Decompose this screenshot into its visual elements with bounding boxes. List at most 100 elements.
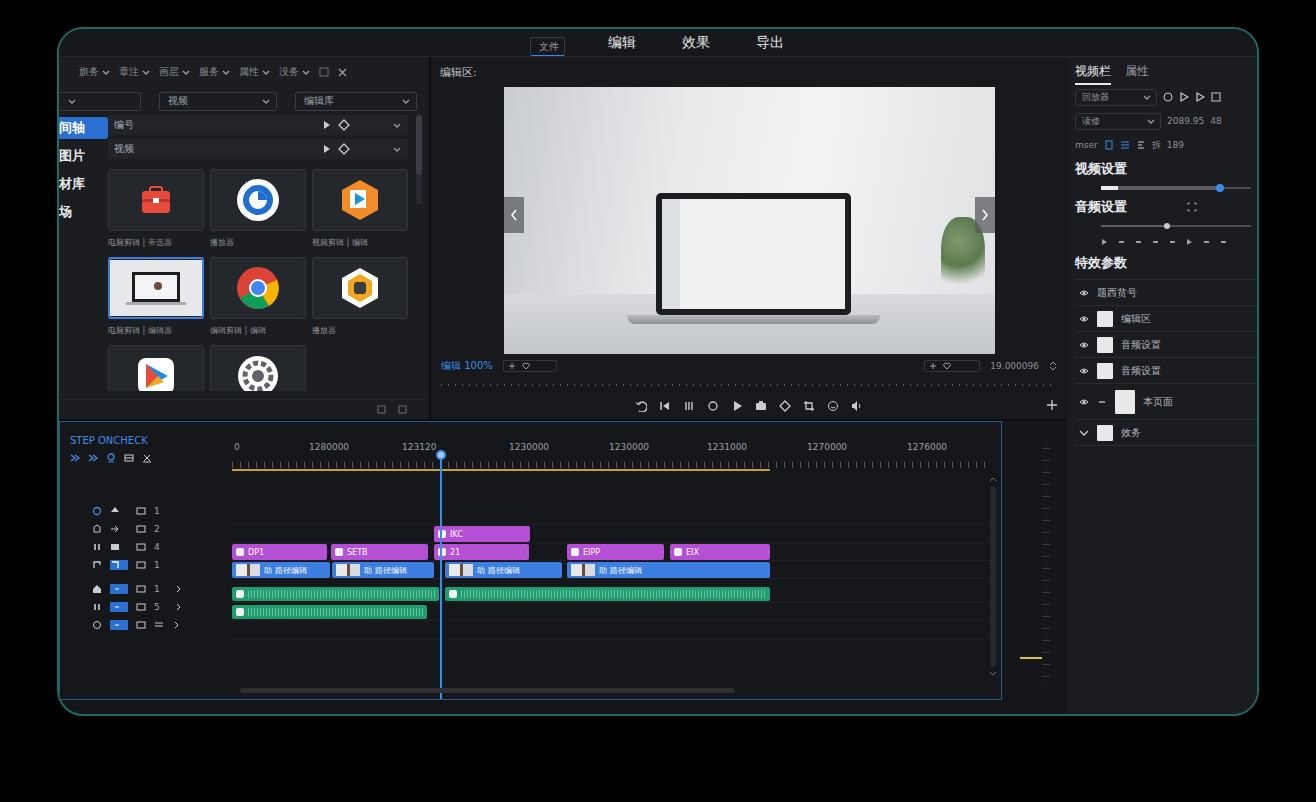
lock-icon[interactable] bbox=[136, 584, 146, 594]
file-icon[interactable] bbox=[1104, 140, 1114, 150]
marker-icon[interactable] bbox=[1152, 238, 1159, 246]
volume-icon[interactable] bbox=[851, 400, 863, 412]
lock-icon[interactable] bbox=[136, 506, 146, 516]
video-clip[interactable]: 助 路径编辑 bbox=[232, 562, 330, 578]
track-type-icon[interactable] bbox=[92, 560, 102, 570]
skip-back-icon[interactable] bbox=[659, 400, 671, 412]
effect-row[interactable]: 音频设置 bbox=[1075, 332, 1257, 358]
marker-icon[interactable] bbox=[779, 400, 791, 412]
category-row[interactable]: 视频 bbox=[108, 139, 408, 159]
nav-item[interactable]: 间轴 bbox=[59, 117, 108, 139]
eye-icon[interactable] bbox=[1079, 314, 1089, 324]
nav-item[interactable]: 图片 bbox=[59, 145, 108, 167]
effect-row[interactable]: 本页面 bbox=[1075, 384, 1257, 420]
effect-row[interactable]: 题西贫号 bbox=[1075, 280, 1257, 306]
title-clip[interactable]: EIPP bbox=[567, 544, 664, 560]
scroll-thumb[interactable] bbox=[416, 115, 422, 175]
chevron-icon[interactable] bbox=[174, 584, 184, 594]
filter-dropdown[interactable]: 没务 bbox=[279, 65, 311, 79]
audio-clip[interactable] bbox=[445, 587, 770, 601]
track-toggle-icon[interactable] bbox=[110, 560, 128, 570]
tile-frame[interactable] bbox=[210, 345, 306, 391]
track-toggle-icon[interactable] bbox=[110, 584, 128, 594]
track-type-icon[interactable] bbox=[92, 584, 102, 594]
eye-icon[interactable] bbox=[1079, 366, 1089, 376]
select-box[interactable]: 视频 bbox=[159, 92, 277, 111]
record-icon[interactable] bbox=[707, 400, 719, 412]
lock-icon[interactable] bbox=[136, 620, 146, 630]
video-clip[interactable]: 助 路径编辑 bbox=[567, 562, 770, 578]
effect-row[interactable]: 编辑区 bbox=[1075, 306, 1257, 332]
lock-icon[interactable] bbox=[136, 560, 146, 570]
lock-icon[interactable] bbox=[136, 542, 146, 552]
menu-item[interactable]: 导出 bbox=[753, 33, 787, 56]
track-toggle-icon[interactable] bbox=[110, 506, 128, 516]
menu-icon[interactable] bbox=[319, 67, 329, 77]
loop-icon[interactable] bbox=[1169, 238, 1176, 246]
next-button[interactable] bbox=[975, 197, 995, 233]
collapse-icon[interactable] bbox=[1097, 397, 1107, 407]
track-type-icon[interactable] bbox=[92, 506, 102, 516]
vertical-scrollbar[interactable] bbox=[989, 476, 997, 677]
title-clip[interactable]: IKC bbox=[434, 526, 530, 542]
tile-frame[interactable] bbox=[108, 345, 204, 391]
camera-icon[interactable] bbox=[755, 400, 767, 412]
source-select[interactable] bbox=[59, 92, 141, 111]
forward-icon[interactable] bbox=[88, 453, 98, 463]
clock-icon[interactable] bbox=[1163, 92, 1173, 102]
media-tile[interactable]: 播放器 bbox=[312, 257, 408, 343]
effect-row[interactable]: 效务 bbox=[1075, 420, 1257, 446]
playhead[interactable] bbox=[440, 454, 442, 699]
video-clip[interactable]: 助 路径编辑 bbox=[445, 562, 562, 578]
scrubber[interactable] bbox=[441, 377, 1057, 393]
play-icon[interactable] bbox=[731, 400, 743, 412]
stop-icon[interactable] bbox=[1203, 238, 1210, 246]
media-tile[interactable] bbox=[210, 345, 306, 391]
menu-item[interactable]: 文件 bbox=[530, 37, 565, 56]
slider-thumb[interactable] bbox=[1164, 223, 1170, 229]
track-toggle-icon[interactable] bbox=[110, 542, 128, 552]
filter-dropdown[interactable]: 属性 bbox=[239, 65, 271, 79]
slider-thumb[interactable] bbox=[1216, 184, 1224, 192]
eye-icon[interactable] bbox=[1079, 288, 1089, 298]
audio-clip[interactable] bbox=[232, 605, 427, 619]
title-clip[interactable]: 21 bbox=[434, 544, 529, 560]
media-tile[interactable]: 电脑剪辑 | 编辑器 bbox=[108, 257, 204, 343]
menu-item[interactable]: 效果 bbox=[679, 33, 713, 56]
tile-frame[interactable] bbox=[312, 169, 408, 231]
zoom-control[interactable] bbox=[503, 360, 557, 372]
stop-icon[interactable] bbox=[1135, 238, 1142, 246]
filter-dropdown[interactable]: 旗务 bbox=[79, 65, 111, 79]
media-tile[interactable]: 播放器 bbox=[210, 169, 306, 255]
track-toggle-icon[interactable] bbox=[110, 524, 128, 534]
play-icon[interactable] bbox=[1179, 92, 1189, 102]
expand-icon[interactable] bbox=[1187, 202, 1197, 212]
horizontal-scrollbar[interactable] bbox=[240, 688, 735, 693]
inspector-tab[interactable]: 属性 bbox=[1125, 63, 1149, 85]
chevron-icon[interactable] bbox=[174, 602, 184, 612]
tile-frame[interactable] bbox=[312, 257, 408, 319]
play-icon[interactable] bbox=[1186, 238, 1193, 246]
media-tile[interactable]: 电脑剪辑 | 帝选器 bbox=[108, 169, 204, 255]
forward-icon[interactable] bbox=[70, 453, 80, 463]
filter-dropdown[interactable]: 服务 bbox=[199, 65, 231, 79]
track-type-icon[interactable] bbox=[92, 524, 102, 534]
filter-dropdown[interactable]: 章注 bbox=[119, 65, 151, 79]
previous-button[interactable] bbox=[504, 197, 524, 233]
filter-dropdown[interactable]: 画层 bbox=[159, 65, 191, 79]
grid-icon[interactable] bbox=[124, 453, 134, 463]
media-tile[interactable]: 编辑剪辑 | 编辑 bbox=[210, 257, 306, 343]
title-clip[interactable]: DP1 bbox=[232, 544, 327, 560]
track-toggle-icon[interactable] bbox=[110, 602, 128, 612]
mode-select[interactable]: 读修 bbox=[1075, 113, 1161, 130]
play-icon[interactable] bbox=[1195, 92, 1205, 102]
effect-row[interactable]: 音频设置 bbox=[1075, 358, 1257, 384]
title-clip[interactable]: SETB bbox=[331, 544, 428, 560]
scroll-track[interactable] bbox=[990, 486, 996, 667]
nav-item[interactable]: 场 bbox=[59, 201, 108, 223]
stop-icon[interactable] bbox=[1220, 238, 1227, 246]
speed-control[interactable] bbox=[924, 360, 980, 372]
category-row[interactable]: 编号 bbox=[108, 115, 408, 135]
align-icon[interactable] bbox=[1136, 140, 1146, 150]
eye-icon[interactable] bbox=[1079, 397, 1089, 407]
